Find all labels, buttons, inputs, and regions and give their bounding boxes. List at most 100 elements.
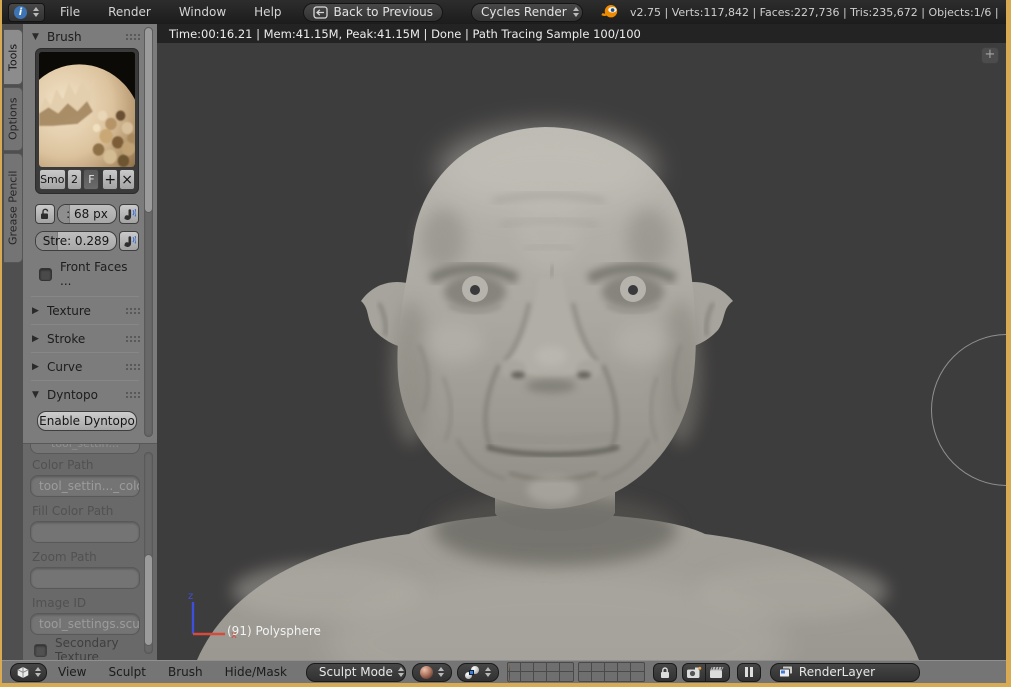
pressure-sensitivity-icon — [122, 235, 136, 248]
zoom-path-field[interactable] — [30, 567, 140, 589]
info-editor-icon: i — [14, 6, 27, 19]
layer-cell[interactable] — [605, 672, 618, 681]
secondary-texture-label: Secondary Texture — [55, 636, 139, 660]
fill-color-path-field[interactable] — [30, 521, 140, 543]
tab-tools[interactable]: Tools — [4, 29, 23, 85]
layer-cell[interactable] — [508, 672, 521, 681]
menu-sculpt[interactable]: Sculpt — [97, 665, 156, 679]
strength-value: Stre: 0.289 — [43, 234, 110, 248]
radius-pressure-button[interactable] — [119, 204, 139, 224]
layer-cell[interactable] — [534, 663, 547, 672]
pivot-point-icon — [465, 666, 480, 679]
fill-color-path-label: Fill Color Path — [32, 504, 138, 518]
paths-scrollbar-thumb[interactable] — [144, 554, 153, 646]
brush-preview-image[interactable] — [39, 52, 135, 167]
chevron-updown-icon — [398, 667, 404, 677]
expand-region-button[interactable]: + — [981, 47, 999, 64]
layer-cell[interactable] — [592, 672, 605, 681]
opengl-render-image-button[interactable] — [682, 663, 706, 682]
image-id-field[interactable]: tool_settings.sculpt.b... — [30, 613, 140, 635]
brush-users-count-button[interactable]: 2 — [67, 169, 83, 190]
layer-cell[interactable] — [618, 672, 631, 681]
menu-file[interactable]: File — [47, 5, 93, 19]
enable-dyntopo-button[interactable]: Enable Dyntopo — [37, 411, 137, 431]
menu-help[interactable]: Help — [241, 5, 294, 19]
pivot-point-select[interactable] — [457, 663, 499, 682]
layer-cell[interactable] — [560, 663, 573, 672]
panel-grip-icon[interactable] — [125, 307, 140, 315]
menu-hide-mask[interactable]: Hide/Mask — [214, 665, 298, 679]
layers-grid-1[interactable] — [507, 662, 574, 682]
stroke-panel-header[interactable]: ▶ Stroke — [30, 330, 140, 347]
front-faces-checkbox[interactable] — [39, 268, 52, 281]
layer-cell[interactable] — [534, 672, 547, 681]
editor-type-selector-3d[interactable] — [10, 663, 47, 682]
layer-cell[interactable] — [618, 663, 631, 672]
unified-radius-lock-button[interactable] — [35, 204, 55, 224]
panel-grip-icon[interactable] — [125, 33, 140, 41]
strength-slider[interactable]: Stre: 0.289 — [35, 231, 117, 251]
image-id-label: Image ID — [32, 596, 138, 610]
dyntopo-panel-header[interactable]: ▼ Dyntopo — [30, 386, 140, 403]
mode-select[interactable]: Sculpt Mode — [306, 663, 406, 682]
delete-brush-button[interactable]: × — [119, 169, 135, 190]
shelf-tab-column: Tools Options Grease Pencil — [2, 24, 23, 660]
render-status-text: Time:00:16.21 | Mem:41.15M, Peak:41.15M … — [169, 27, 641, 41]
opengl-render-group — [682, 663, 730, 682]
viewport-3d[interactable]: Time:00:16.21 | Mem:41.15M, Peak:41.15M … — [157, 24, 1006, 660]
layer-cell[interactable] — [547, 672, 560, 681]
shelf-scrollbar-thumb[interactable] — [144, 27, 153, 213]
color-path-field[interactable]: tool_settin..._color_add — [30, 475, 140, 497]
brush-panel-header[interactable]: ▼ Brush — [30, 28, 140, 45]
back-to-previous-button[interactable]: Back to Previous — [303, 3, 444, 22]
layer-cell[interactable] — [521, 663, 534, 672]
add-brush-button[interactable]: + — [102, 169, 118, 190]
layer-cell[interactable] — [508, 663, 521, 672]
tab-grease-pencil[interactable]: Grease Pencil — [4, 153, 23, 263]
curve-panel-title: Curve — [47, 360, 82, 374]
layer-cell[interactable] — [547, 663, 560, 672]
render-engine-select[interactable]: Cycles Render — [471, 3, 583, 22]
menu-window[interactable]: Window — [166, 5, 239, 19]
layer-cell[interactable] — [579, 672, 592, 681]
curve-panel-header[interactable]: ▶ Curve — [30, 358, 140, 375]
lock-modes-button[interactable] — [653, 663, 677, 682]
menu-view[interactable]: View — [47, 665, 97, 679]
axis-z-label: z — [188, 591, 193, 602]
panel-grip-icon[interactable] — [125, 363, 140, 371]
shelf-scrollbar[interactable] — [144, 27, 153, 437]
chevron-updown-icon — [35, 667, 41, 677]
layer-cell[interactable] — [631, 663, 644, 672]
opengl-render-animation-button[interactable] — [706, 663, 730, 682]
caret-right-icon: ▶ — [30, 334, 41, 344]
menu-render[interactable]: Render — [95, 5, 164, 19]
layer-cell[interactable] — [521, 672, 534, 681]
texture-panel-header[interactable]: ▶ Texture — [30, 302, 140, 319]
fake-user-button[interactable]: F — [83, 169, 99, 190]
render-layer-select[interactable]: RenderLayer — [770, 663, 920, 682]
brush-name-button[interactable]: Smo — [39, 169, 66, 190]
editor-type-selector[interactable]: i — [8, 3, 45, 22]
layer-cell[interactable] — [605, 663, 618, 672]
chevron-updown-icon — [485, 667, 491, 677]
unlock-icon — [39, 208, 51, 220]
tab-options[interactable]: Options — [4, 87, 23, 151]
layers-grid-2[interactable] — [578, 662, 645, 682]
paths-scrollbar[interactable] — [144, 452, 153, 654]
strength-pressure-button[interactable] — [119, 231, 139, 251]
panel-grip-icon[interactable] — [125, 391, 140, 399]
menu-brush[interactable]: Brush — [157, 665, 214, 679]
front-faces-row: Front Faces ... — [39, 266, 139, 282]
lock-icon — [658, 666, 672, 679]
viewport-shading-select[interactable] — [412, 663, 452, 682]
pause-render-button[interactable] — [737, 663, 761, 682]
layer-cell[interactable] — [560, 672, 573, 681]
layer-cell[interactable] — [592, 663, 605, 672]
color-path-label: Color Path — [32, 458, 138, 472]
secondary-texture-checkbox[interactable] — [34, 644, 47, 657]
panel-grip-icon[interactable] — [125, 335, 140, 343]
layer-cell[interactable] — [579, 663, 592, 672]
clipped-path-field[interactable]: tool_settin... — [30, 443, 140, 454]
layer-cell[interactable] — [631, 672, 644, 681]
radius-slider[interactable]: : 68 px — [57, 204, 117, 224]
